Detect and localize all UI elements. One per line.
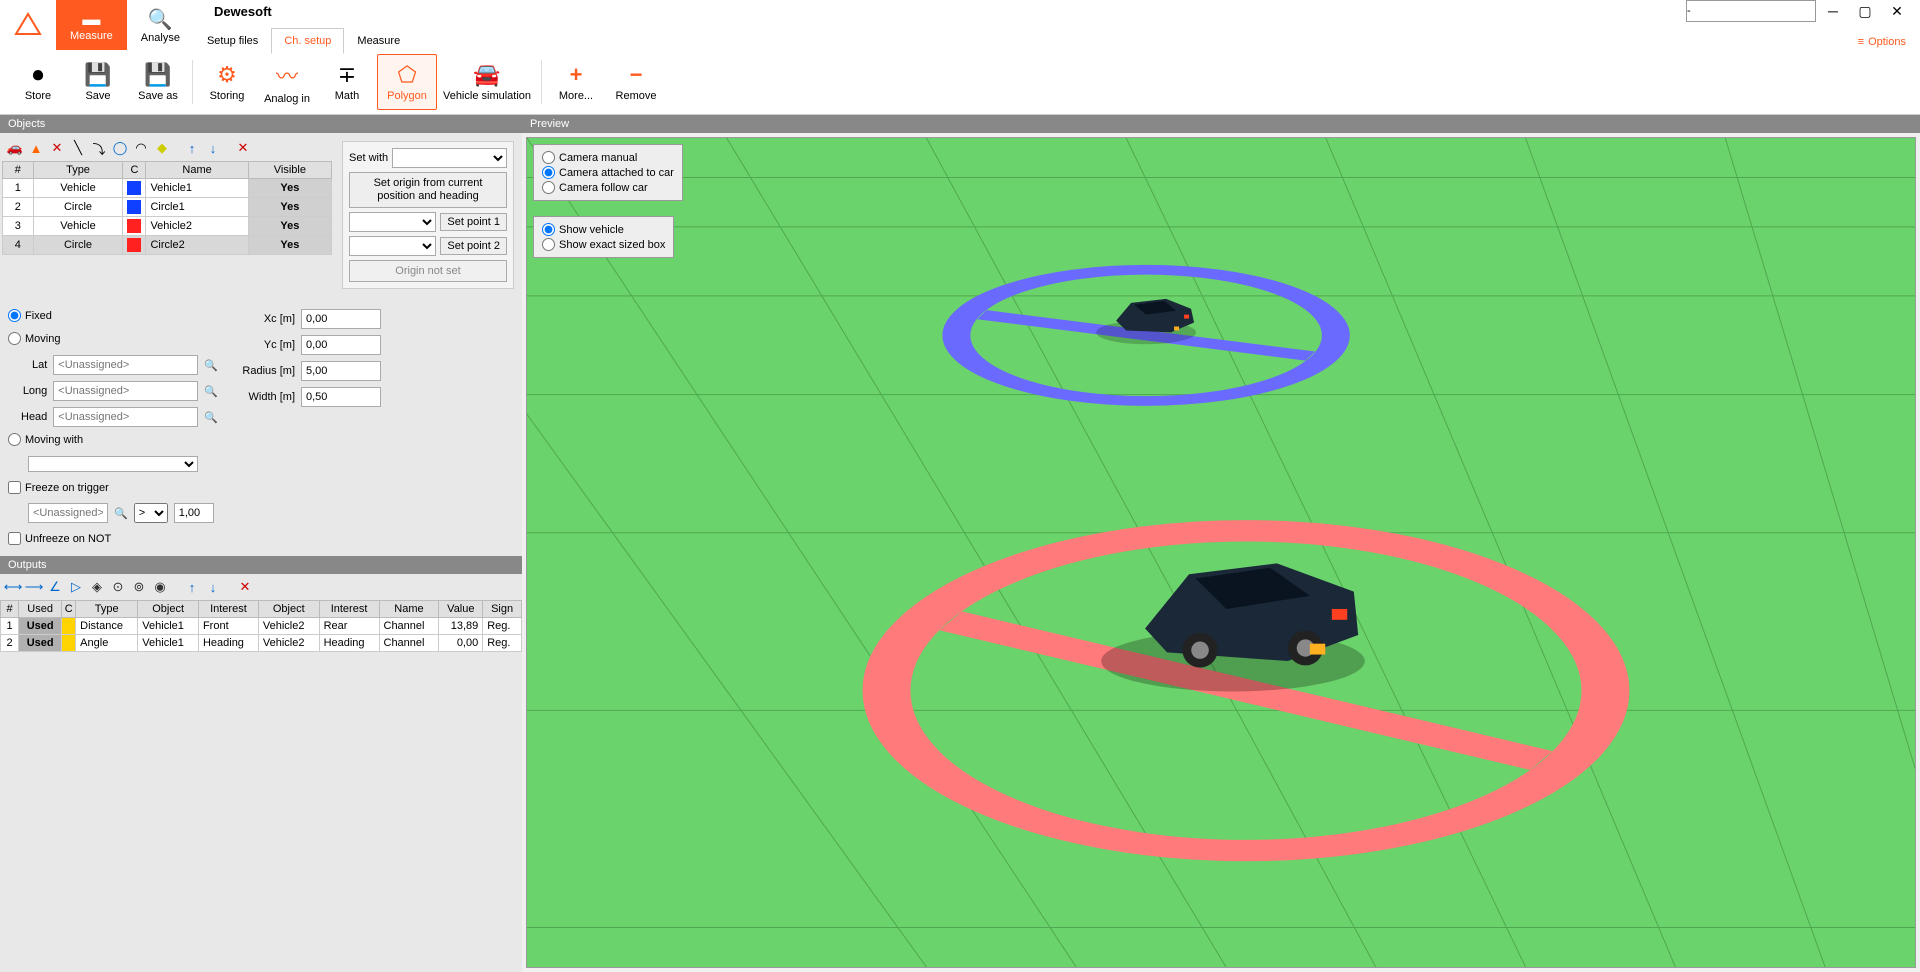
subtab-ch-setup[interactable]: Ch. setup — [271, 28, 344, 54]
out-delete-icon[interactable]: ✕ — [236, 578, 254, 596]
long-input[interactable] — [53, 381, 198, 401]
show-panel: Show vehicle Show exact sized box — [533, 216, 674, 258]
set-origin-btn[interactable]: Set origin from current position and hea… — [349, 172, 507, 208]
tb-save[interactable]: 💾Save — [68, 54, 128, 110]
objects-header: Objects — [0, 115, 522, 133]
moving-radio[interactable] — [8, 332, 21, 345]
moving-with-select[interactable] — [28, 456, 198, 472]
app-title: Dewesoft — [214, 4, 272, 19]
line-icon[interactable]: ╲ — [69, 139, 87, 157]
right-panel: Preview — [522, 115, 1920, 972]
xc-input[interactable] — [301, 309, 381, 329]
cone-icon[interactable]: ▲ — [27, 139, 45, 157]
search-icon[interactable]: 🔍 — [204, 385, 218, 398]
table-row[interactable]: 2UsedAngleVehicle1HeadingVehicle2Heading… — [1, 635, 522, 652]
cam-attached-radio[interactable] — [542, 166, 555, 179]
out-icon-1[interactable]: ⟷ — [4, 578, 22, 596]
out-up-icon[interactable]: ↑ — [183, 578, 201, 596]
head-input[interactable] — [53, 407, 198, 427]
point2-select[interactable] — [349, 236, 436, 256]
subtab-setup-files[interactable]: Setup files — [194, 28, 271, 54]
table-row[interactable]: 4CircleCircle2Yes — [3, 236, 332, 255]
out-icon-7[interactable]: ⊚ — [130, 578, 148, 596]
point1-select[interactable] — [349, 212, 436, 232]
set-point2-btn[interactable]: Set point 2 — [440, 237, 507, 255]
set-origin-box: Set with Set origin from current positio… — [342, 141, 514, 289]
tab-analyse[interactable]: 🔍 Analyse — [127, 0, 194, 50]
tb-save-as[interactable]: 💾Save as — [128, 54, 188, 110]
out-icon-3[interactable]: ∠ — [46, 578, 64, 596]
lat-input[interactable] — [53, 355, 198, 375]
origin-not-set: Origin not set — [349, 260, 507, 282]
fixed-radio[interactable] — [8, 309, 21, 322]
search-icon[interactable]: 🔍 — [114, 507, 128, 520]
outputs-toolbar: ⟷ ⟶ ∠ ▷ ◈ ⊙ ⊚ ◉ ↑ ↓ ✕ — [0, 574, 522, 600]
tb-storing[interactable]: ⚙Storing — [197, 54, 257, 110]
set-with-select[interactable] — [392, 148, 507, 168]
trigger-val[interactable] — [174, 503, 214, 523]
tb-polygon[interactable]: ⬠Polygon — [377, 54, 437, 110]
outputs-header: Outputs — [0, 556, 522, 574]
out-icon-4[interactable]: ▷ — [67, 578, 85, 596]
app-logo — [0, 0, 56, 50]
down-icon[interactable]: ↓ — [204, 139, 222, 157]
preview-header: Preview — [522, 115, 1920, 133]
options-link[interactable]: ≡Options — [1844, 28, 1920, 56]
scene-svg — [527, 138, 1915, 967]
set-point1-btn[interactable]: Set point 1 — [440, 213, 507, 231]
circle-icon[interactable]: ◯ — [111, 139, 129, 157]
table-row[interactable]: 1VehicleVehicle1Yes — [3, 179, 332, 198]
tb-vehicle-sim[interactable]: 🚘Vehicle simulation — [437, 54, 537, 110]
yc-input[interactable] — [301, 335, 381, 355]
table-row[interactable]: 3VehicleVehicle2Yes — [3, 217, 332, 236]
tab-measure[interactable]: ▬ Measure — [56, 0, 127, 50]
search-icon[interactable]: 🔍 — [204, 411, 218, 424]
tb-analog-in[interactable]: 〰Analog in — [257, 54, 317, 110]
table-row[interactable]: 1UsedDistanceVehicle1FrontVehicle2RearCh… — [1, 618, 522, 635]
width-input[interactable] — [301, 387, 381, 407]
out-icon-6[interactable]: ⊙ — [109, 578, 127, 596]
main-area: Objects 🚗 ▲ ✕ ╲ ⤵ ◯ ◠ ◆ ↑ ↓ ✕ — [0, 115, 1920, 972]
delete-icon[interactable]: ✕ — [234, 139, 252, 157]
toolbar: ⏺Store 💾Save 💾Save as ⚙Storing 〰Analog i… — [0, 50, 1920, 115]
table-row[interactable]: 2CircleCircle1Yes — [3, 198, 332, 217]
shape-icon[interactable]: ◆ — [153, 139, 171, 157]
arc-icon[interactable]: ◠ — [132, 139, 150, 157]
camera-panel: Camera manual Camera attached to car Cam… — [533, 144, 683, 201]
tb-more[interactable]: +More... — [546, 54, 606, 110]
out-icon-5[interactable]: ◈ — [88, 578, 106, 596]
preview-3d[interactable]: Camera manual Camera attached to car Cam… — [526, 137, 1916, 968]
cam-follow-radio[interactable] — [542, 181, 555, 194]
show-box-radio[interactable] — [542, 238, 555, 251]
search-icon[interactable]: 🔍 — [204, 359, 218, 372]
ribbon-top: ▬ Measure 🔍 Analyse Dewesoft ─ ▢ ✕ Setup… — [0, 0, 1920, 50]
tb-remove[interactable]: −Remove — [606, 54, 666, 110]
out-icon-2[interactable]: ⟶ — [25, 578, 43, 596]
gt-select[interactable]: > — [134, 503, 168, 523]
subtab-measure[interactable]: Measure — [344, 28, 413, 54]
objects-table[interactable]: # Type C Name Visible 1VehicleVehicle1Ye… — [2, 161, 332, 255]
trigger-input[interactable] — [28, 503, 108, 523]
unfreeze-check[interactable] — [8, 532, 21, 545]
out-down-icon[interactable]: ↓ — [204, 578, 222, 596]
moving-with-radio[interactable] — [8, 433, 21, 446]
marker-icon[interactable]: ✕ — [48, 139, 66, 157]
curve-icon[interactable]: ⤵ — [90, 139, 108, 157]
cam-manual-radio[interactable] — [542, 151, 555, 164]
up-icon[interactable]: ↑ — [183, 139, 201, 157]
car-icon[interactable]: 🚗 — [6, 139, 24, 157]
left-panel: Objects 🚗 ▲ ✕ ╲ ⤵ ◯ ◠ ◆ ↑ ↓ ✕ — [0, 115, 522, 972]
radius-input[interactable] — [301, 361, 381, 381]
out-icon-8[interactable]: ◉ — [151, 578, 169, 596]
title-input[interactable] — [1686, 0, 1816, 22]
tb-store[interactable]: ⏺Store — [8, 54, 68, 110]
sub-tabs: Setup files Ch. setup Measure ≡Options — [194, 22, 1920, 50]
outputs-table[interactable]: # Used C Type Object Interest Object Int… — [0, 600, 522, 652]
properties-area: Fixed Moving Lat🔍 Long🔍 Head🔍 Moving wit… — [0, 301, 522, 556]
freeze-check[interactable] — [8, 481, 21, 494]
objects-toolbar: 🚗 ▲ ✕ ╲ ⤵ ◯ ◠ ◆ ↑ ↓ ✕ — [2, 135, 332, 161]
tb-math[interactable]: ∓Math — [317, 54, 377, 110]
show-vehicle-radio[interactable] — [542, 223, 555, 236]
